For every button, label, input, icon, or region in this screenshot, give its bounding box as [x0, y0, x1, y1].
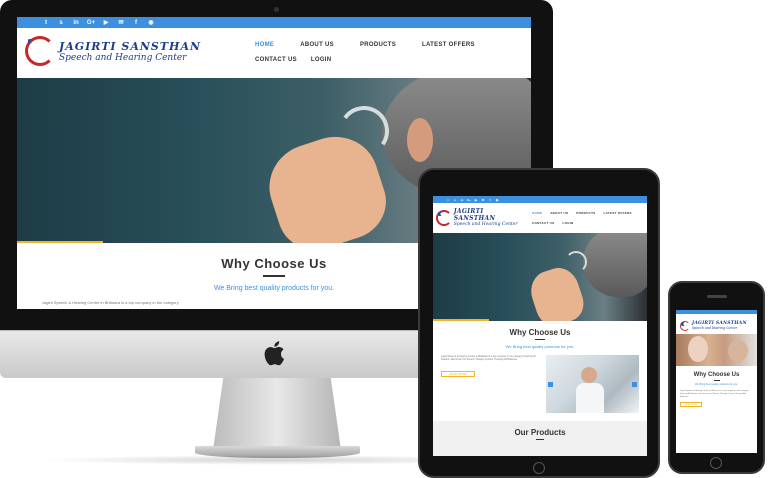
facebook-icon[interactable]: f — [131, 20, 141, 26]
facebook-icon[interactable]: f — [487, 198, 493, 202]
phone-header: JAGIRTI SANSTHAN Speech and Hearing Cent… — [676, 314, 757, 334]
apple-logo-icon — [264, 341, 285, 366]
nav-latest-offers[interactable]: LATEST OFFERS — [604, 211, 632, 215]
tablet-header: JAGIRTI SANSTHAN Speech and Hearing Cent… — [433, 203, 647, 233]
logo-subtitle: Speech and Hearing Center — [59, 52, 187, 63]
hero-person-face-2 — [728, 340, 748, 362]
logo-emblem-icon — [680, 320, 690, 331]
hero-person-head — [583, 233, 647, 297]
phone-device: JAGIRTI SANSTHAN Speech and Hearing Cent… — [668, 281, 765, 474]
skype-icon[interactable]: s — [452, 198, 458, 202]
nav-contact-us[interactable]: CONTACT US — [532, 221, 554, 225]
read-more-button[interactable]: READ MORE — [680, 402, 702, 408]
google-plus-icon[interactable]: G+ — [86, 20, 96, 26]
tablet-why-section: Why Choose Us We Bring best quality prod… — [433, 321, 647, 349]
products-title: Our Products — [514, 428, 566, 437]
why-title: Why Choose Us — [509, 328, 571, 337]
logo-subtitle: Speech and Hearing Center — [692, 326, 738, 330]
hearing-aid-icon — [565, 251, 587, 273]
desktop-nav: HOME ABOUT US PRODUCTS LATEST OFFERS CON… — [255, 42, 520, 63]
twitter-icon[interactable]: t — [41, 20, 51, 26]
tablet-screen: t s in G+ ▶ ✉ f ◉ JAGIRTI SANSTHAN Speec… — [433, 196, 647, 456]
slide-next-icon[interactable] — [632, 382, 637, 387]
about-intro-text: Jagirti Speech & Hearing Centre in Bhilw… — [680, 390, 749, 398]
phone-screen: JAGIRTI SANSTHAN Speech and Hearing Cent… — [676, 310, 757, 453]
imac-camera — [274, 7, 279, 12]
products-divider — [536, 439, 544, 440]
logo[interactable]: JAGIRTI SANSTHAN Speech and Hearing Cent… — [25, 36, 235, 66]
phone-speaker — [707, 295, 727, 298]
desktop-header: JAGIRTI SANSTHAN Speech and Hearing Cent… — [17, 28, 531, 78]
hero-ear — [407, 118, 433, 162]
tablet-device: t s in G+ ▶ ✉ f ◉ JAGIRTI SANSTHAN Speec… — [418, 168, 660, 478]
logo-emblem-icon — [25, 36, 55, 66]
nav-home[interactable]: HOME — [255, 42, 274, 48]
mail-icon[interactable]: ✉ — [116, 19, 126, 26]
hero-person-face — [688, 336, 708, 362]
nav-latest-offers[interactable]: LATEST OFFERS — [422, 42, 475, 48]
nav-login[interactable]: LOGIN — [311, 57, 332, 63]
youtube-icon[interactable]: ▶ — [473, 198, 479, 202]
tablet-products-section: Our Products — [433, 421, 647, 456]
imac-stand-neck — [213, 378, 341, 450]
mail-icon[interactable]: ✉ — [480, 198, 486, 202]
logo-title: JAGIRTI SANSTHAN — [453, 208, 496, 222]
nav-login[interactable]: LOGIN — [562, 221, 573, 225]
why-title: Why Choose Us — [693, 372, 740, 378]
nav-contact-us[interactable]: CONTACT US — [255, 57, 297, 63]
logo-title: JAGIRTI SANSTHAN — [59, 39, 202, 53]
slider-progress-bar — [17, 241, 103, 243]
nav-home[interactable]: HOME — [532, 211, 542, 215]
chat-icon[interactable]: ◉ — [494, 198, 500, 202]
logo-emblem-icon — [436, 209, 452, 226]
why-divider — [263, 275, 285, 277]
tablet-hero-banner — [433, 233, 647, 321]
twitter-icon[interactable]: t — [445, 198, 451, 202]
read-more-button[interactable]: READ MORE — [441, 370, 475, 377]
linkedin-icon[interactable]: in — [459, 198, 465, 202]
phone-hero-banner — [676, 334, 757, 366]
clinic-photo-coat — [575, 383, 604, 413]
tablet-social-bar: t s in G+ ▶ ✉ f ◉ — [433, 196, 647, 203]
tablet-about-row: Jagirti Speech & Hearing Centre in Bhilw… — [433, 349, 647, 413]
linkedin-icon[interactable]: in — [71, 20, 81, 26]
tablet-home-button — [533, 462, 545, 474]
skype-icon[interactable]: s — [56, 20, 66, 26]
slider-progress-bar — [433, 319, 489, 321]
why-divider — [535, 339, 545, 340]
logo[interactable]: JAGIRTI SANSTHAN Speech and Hearing Cent… — [436, 208, 526, 227]
phone-why-section: Why Choose Us We Bring best quality prod… — [676, 366, 757, 386]
phone-home-button — [710, 457, 722, 469]
google-plus-icon[interactable]: G+ — [466, 198, 472, 202]
about-intro-text: Jagirti Speech & Hearing Centre in Bhilw… — [441, 355, 536, 362]
nav-products[interactable]: PRODUCTS — [576, 211, 595, 215]
nav-about-us[interactable]: ABOUT US — [550, 211, 568, 215]
tablet-nav: HOME ABOUT US PRODUCTS LATEST OFFERS CON… — [532, 211, 647, 225]
desktop-social-bar: t s in G+ ▶ ✉ f ◉ — [17, 17, 531, 28]
why-divider — [713, 380, 720, 381]
chat-icon[interactable]: ◉ — [146, 19, 156, 26]
slide-prev-icon[interactable] — [547, 382, 553, 387]
clinic-photo-person — [580, 367, 597, 383]
nav-about-us[interactable]: ABOUT US — [300, 42, 334, 48]
nav-products[interactable]: PRODUCTS — [360, 42, 396, 48]
phone-about: Jagirti Speech & Hearing Centre in Bhilw… — [676, 386, 757, 408]
logo-subtitle: Speech and Hearing Center — [453, 222, 518, 227]
youtube-icon[interactable]: ▶ — [101, 19, 111, 26]
clinic-photo — [545, 355, 639, 413]
